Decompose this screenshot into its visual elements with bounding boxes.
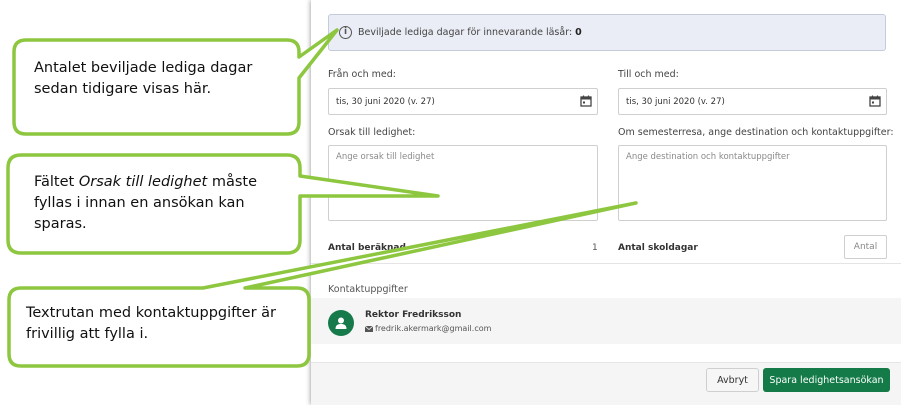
callout-text-reason-required: Fältet Orsak till ledighet måste fyllas … (34, 172, 292, 235)
callout-text-field-name: Orsak till ledighet (78, 174, 208, 190)
callout-text-contact-optional: Textrutan med kontaktuppgifter är frivil… (26, 305, 277, 342)
callout-text-part: Fältet (34, 174, 79, 190)
callout-text-granted-days: Antalet beviljade lediga dagar sedan tid… (34, 60, 253, 97)
